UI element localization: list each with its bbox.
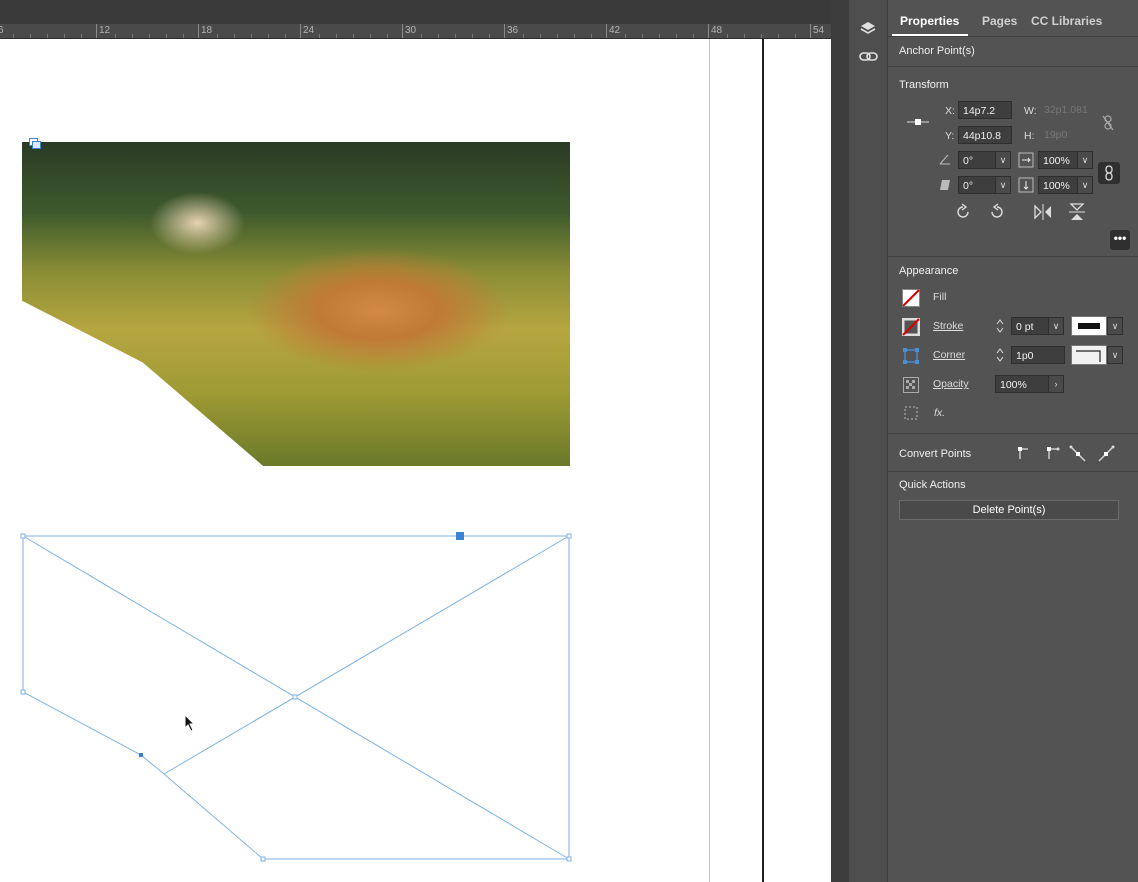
h-label: H:	[1024, 130, 1035, 142]
opacity-label[interactable]: Opacity	[933, 378, 969, 390]
anchor-points-title: Anchor Point(s)	[899, 45, 975, 57]
rotate-angle-icon	[939, 153, 951, 168]
stroke-stepper-icon[interactable]	[995, 317, 1005, 338]
stroke-type-swatch[interactable]	[1071, 316, 1107, 336]
x-field[interactable]: 14p7.2	[958, 101, 1012, 119]
quick-actions-title: Quick Actions	[899, 479, 966, 491]
constrain-scale-icon[interactable]	[1098, 162, 1120, 184]
smooth-point-icon[interactable]	[1069, 445, 1087, 466]
reference-point-icon[interactable]	[907, 115, 929, 132]
scale-y-icon	[1018, 177, 1034, 196]
w-field: 32p1.081	[1044, 104, 1088, 116]
appearance-title: Appearance	[899, 265, 959, 277]
panel-tabs: Properties Pages CC Libraries	[888, 8, 1138, 37]
w-label: W:	[1024, 105, 1037, 117]
flip-vertical-icon[interactable]	[1068, 202, 1086, 225]
plain-point-icon[interactable]	[1016, 445, 1032, 464]
y-field[interactable]: 44p10.8	[958, 126, 1012, 144]
fill-swatch-icon[interactable]	[902, 289, 920, 310]
constrain-proportions-icon[interactable]	[1102, 115, 1114, 134]
links-icon[interactable]	[859, 50, 879, 69]
collapsed-panel-strip	[849, 0, 888, 882]
mouse-cursor-icon	[184, 713, 196, 737]
symmetrical-point-icon[interactable]	[1097, 445, 1115, 466]
stroke-type-dropdown[interactable]: ∨	[1107, 317, 1123, 335]
h-field: 19p0	[1044, 129, 1068, 141]
stroke-weight-field[interactable]: 0 pt	[1011, 317, 1049, 335]
opacity-field[interactable]: 100%	[995, 375, 1049, 393]
delete-points-button[interactable]: Delete Point(s)	[899, 500, 1119, 520]
object-effects-frame-icon[interactable]	[904, 406, 918, 423]
stroke-weight-dropdown[interactable]: ∨	[1048, 317, 1064, 335]
corner-stepper-icon[interactable]	[995, 346, 1005, 367]
opacity-icon	[903, 377, 919, 396]
scale-x-field[interactable]: 100%	[1038, 151, 1078, 169]
stroke-swatch-icon[interactable]	[901, 317, 921, 339]
rotate-clockwise-icon[interactable]	[954, 203, 972, 224]
corner-size-field[interactable]: 1p0	[1011, 346, 1065, 364]
flip-horizontal-icon[interactable]	[1033, 203, 1053, 224]
fill-label: Fill	[933, 291, 947, 303]
active-tab-indicator	[892, 34, 968, 36]
shear-angle-icon	[939, 179, 951, 194]
scale-x-icon	[1018, 152, 1034, 171]
corner-shape-swatch[interactable]	[1071, 345, 1107, 365]
more-options-button[interactable]: •••	[1110, 230, 1130, 250]
rotate-field[interactable]: 0°	[958, 151, 996, 169]
x-label: X:	[945, 105, 955, 117]
fx-effects-button[interactable]: fx.	[934, 407, 945, 419]
tab-properties[interactable]: Properties	[900, 14, 959, 28]
panel-gutter	[831, 0, 849, 882]
transform-title: Transform	[899, 79, 949, 91]
convert-points-title: Convert Points	[899, 448, 972, 460]
corner-shape-dropdown[interactable]: ∨	[1107, 346, 1123, 364]
tab-cc-libraries[interactable]: CC Libraries	[1031, 14, 1102, 28]
stroke-label[interactable]: Stroke	[933, 320, 963, 332]
scale-y-dropdown[interactable]: ∨	[1077, 176, 1093, 194]
opacity-flyout-button[interactable]: ›	[1048, 375, 1064, 393]
layers-icon[interactable]	[859, 20, 877, 43]
scale-y-field[interactable]: 100%	[1038, 176, 1078, 194]
corner-label[interactable]: Corner	[933, 349, 965, 361]
corner-point-icon[interactable]	[1043, 445, 1061, 464]
corner-options-icon[interactable]	[902, 347, 920, 368]
y-label: Y:	[945, 130, 955, 142]
shear-dropdown[interactable]: ∨	[995, 176, 1011, 194]
scale-x-dropdown[interactable]: ∨	[1077, 151, 1093, 169]
shear-field[interactable]: 0°	[958, 176, 996, 194]
rotate-counterclockwise-icon[interactable]	[988, 203, 1006, 224]
rotate-dropdown[interactable]: ∨	[995, 151, 1011, 169]
tab-pages[interactable]: Pages	[982, 14, 1017, 28]
properties-panel: Properties Pages CC Libraries Anchor Poi…	[888, 0, 1138, 882]
selected-frame-path[interactable]	[0, 0, 831, 882]
